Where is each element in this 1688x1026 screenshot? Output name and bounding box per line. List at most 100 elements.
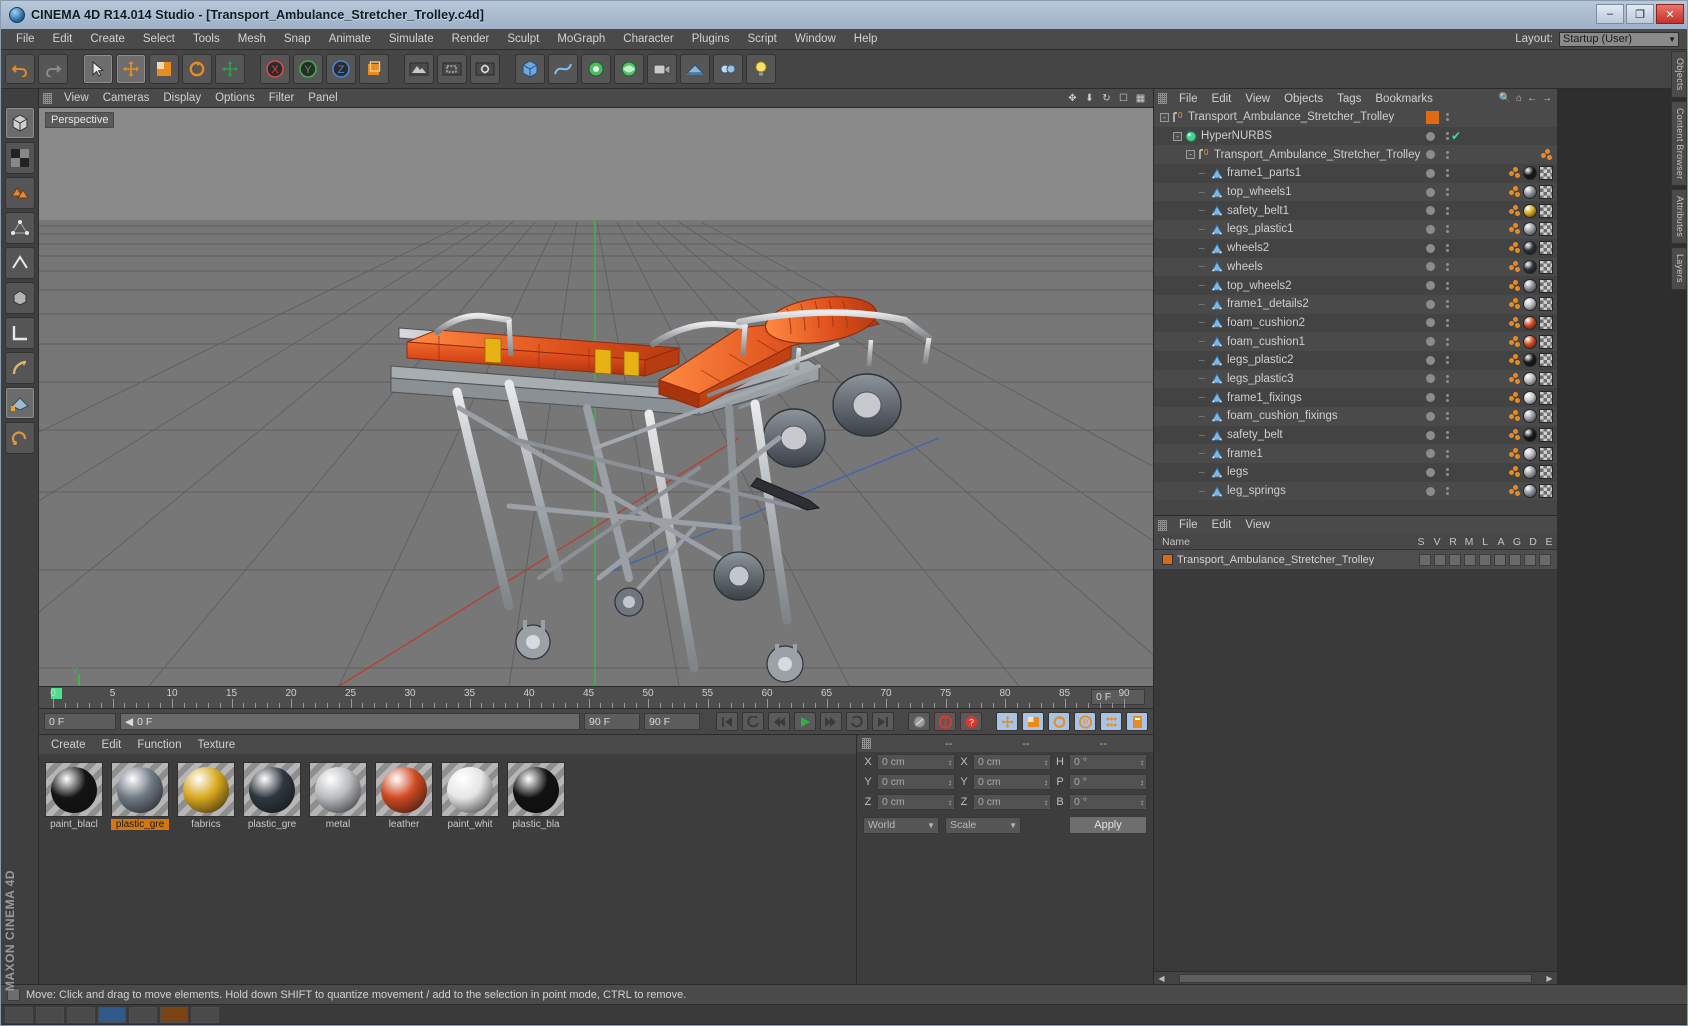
layer-toggle-s[interactable] bbox=[1419, 553, 1431, 566]
menu-render[interactable]: Render bbox=[443, 31, 499, 47]
rotation-b-input[interactable]: 0 ° ↕ bbox=[1069, 794, 1147, 810]
visibility-dot-icon[interactable] bbox=[1426, 131, 1435, 141]
object-row[interactable]: – safety_belt1 bbox=[1154, 201, 1557, 221]
perspective-viewport[interactable]: Perspective Y bbox=[39, 108, 1153, 686]
coordinate-mode-dropdown[interactable]: Scale ▼ bbox=[945, 816, 1021, 834]
minimize-button[interactable]: – bbox=[1596, 4, 1624, 24]
collapse-icon[interactable]: ← bbox=[1527, 93, 1537, 104]
layer-menu-file[interactable]: File bbox=[1172, 518, 1205, 532]
viewport-menu-filter[interactable]: Filter bbox=[262, 91, 302, 105]
menu-simulate[interactable]: Simulate bbox=[380, 31, 443, 47]
pla-key-button[interactable] bbox=[1100, 712, 1122, 731]
material-tag-icon[interactable] bbox=[1523, 185, 1537, 200]
material-menu-edit[interactable]: Edit bbox=[94, 738, 130, 752]
object-menu-tags[interactable]: Tags bbox=[1330, 92, 1368, 106]
texture-tag-icon[interactable] bbox=[1539, 166, 1553, 181]
object-row[interactable]: – wheels bbox=[1154, 257, 1557, 277]
visibility-toggle-dots[interactable] bbox=[1446, 169, 1449, 178]
visibility-toggle-dots[interactable] bbox=[1446, 244, 1449, 253]
taskbar-item[interactable] bbox=[191, 1006, 219, 1023]
material-item[interactable]: plastic_gre bbox=[243, 762, 301, 830]
material-preview-sphere[interactable] bbox=[441, 762, 499, 817]
undo-button[interactable] bbox=[5, 54, 35, 84]
texture-tag-icon[interactable] bbox=[1539, 390, 1553, 405]
object-row[interactable]: – frame1_parts1 bbox=[1154, 164, 1557, 183]
visibility-toggle-dots[interactable] bbox=[1446, 262, 1449, 271]
phong-tag-icon[interactable] bbox=[1509, 185, 1521, 199]
position-key-button[interactable] bbox=[996, 712, 1018, 731]
close-button[interactable]: ✕ bbox=[1656, 4, 1684, 24]
apply-button[interactable]: Apply bbox=[1069, 816, 1147, 834]
panel-grip-icon[interactable] bbox=[1158, 93, 1167, 104]
material-tag-icon[interactable] bbox=[1523, 371, 1537, 386]
spinner-icon[interactable]: ↕ bbox=[948, 758, 952, 767]
spinner-icon[interactable]: ↕ bbox=[1140, 758, 1144, 767]
move-tool-button[interactable] bbox=[116, 54, 146, 84]
phong-tag-icon[interactable] bbox=[1509, 447, 1521, 461]
spinner-icon[interactable]: ↕ bbox=[1044, 778, 1048, 787]
material-menu-function[interactable]: Function bbox=[129, 738, 189, 752]
phong-tag-icon[interactable] bbox=[1509, 465, 1521, 479]
phong-tag-icon[interactable] bbox=[1509, 484, 1521, 498]
object-row[interactable]: – top_wheels1 bbox=[1154, 182, 1557, 202]
go-to-start-button[interactable] bbox=[716, 712, 738, 731]
edges-mode-button[interactable] bbox=[4, 247, 35, 279]
layout-views-icon[interactable]: ▦ bbox=[1134, 92, 1147, 105]
texture-tag-icon[interactable] bbox=[1539, 203, 1553, 218]
object-row[interactable]: – frame1 bbox=[1154, 444, 1557, 464]
material-preview-sphere[interactable] bbox=[177, 762, 235, 817]
next-frame-button[interactable] bbox=[820, 712, 842, 731]
texture-tag-icon[interactable] bbox=[1539, 315, 1553, 330]
object-row[interactable]: -0 Transport_Ambulance_Stretcher_Trolley bbox=[1154, 108, 1557, 127]
viewport-menu-options[interactable]: Options bbox=[208, 91, 262, 105]
phong-tag-icon[interactable] bbox=[1509, 316, 1521, 330]
texture-tag-icon[interactable] bbox=[1539, 371, 1553, 386]
visibility-toggle-dots[interactable] bbox=[1446, 113, 1449, 122]
phong-tag-icon[interactable] bbox=[1509, 391, 1521, 405]
phong-tag-icon[interactable] bbox=[1509, 166, 1521, 180]
timeline-scrubber[interactable]: ◀ 0 F bbox=[120, 713, 580, 730]
timeline-ruler[interactable]: 0 F 0 5 10 15 20 25 30 35 40 45 50 55 60 65 70 75 80 85 90 bbox=[39, 686, 1153, 708]
layer-menu-view[interactable]: View bbox=[1238, 518, 1277, 532]
add-camera-button[interactable] bbox=[647, 54, 677, 84]
object-row[interactable]: – foam_cushion1 bbox=[1154, 332, 1557, 351]
layer-toggle-e[interactable] bbox=[1539, 553, 1551, 566]
visibility-toggle-dots[interactable] bbox=[1446, 132, 1449, 141]
rotation-key-button[interactable] bbox=[1048, 712, 1070, 731]
menu-create[interactable]: Create bbox=[81, 31, 134, 47]
object-menu-bookmarks[interactable]: Bookmarks bbox=[1368, 92, 1440, 106]
material-tag-icon[interactable] bbox=[1523, 166, 1537, 181]
layer-color-swatch[interactable] bbox=[1162, 554, 1173, 565]
visibility-toggle-dots[interactable] bbox=[1446, 281, 1449, 290]
material-tag-icon[interactable] bbox=[1523, 259, 1537, 274]
render-settings-button[interactable] bbox=[470, 54, 500, 84]
add-floor-button[interactable] bbox=[680, 54, 710, 84]
polygon-mode-button[interactable] bbox=[4, 177, 35, 209]
taskbar-item[interactable] bbox=[98, 1006, 126, 1023]
menu-window[interactable]: Window bbox=[786, 31, 845, 47]
world-object-coordinates-button[interactable] bbox=[359, 54, 389, 84]
visibility-toggle-dots[interactable] bbox=[1446, 356, 1449, 365]
visibility-toggle-dots[interactable] bbox=[1446, 393, 1449, 402]
render-view-button[interactable] bbox=[404, 54, 434, 84]
object-manager-tree[interactable]: -0 Transport_Ambulance_Stretcher_Trolley -… bbox=[1154, 108, 1557, 515]
material-tag-icon[interactable] bbox=[1523, 465, 1537, 480]
preview-end-input[interactable]: 90 F bbox=[584, 713, 640, 730]
visibility-dot-icon[interactable] bbox=[1426, 449, 1435, 459]
visibility-dot-icon[interactable] bbox=[1426, 281, 1435, 291]
model-mode-button[interactable] bbox=[4, 107, 35, 139]
material-tag-icon[interactable] bbox=[1523, 278, 1537, 293]
maximize-view-icon[interactable]: ☐ bbox=[1117, 92, 1130, 105]
visibility-dot-icon[interactable] bbox=[1426, 374, 1435, 384]
spinner-icon[interactable]: ↕ bbox=[1140, 778, 1144, 787]
viewport-menu-view[interactable]: View bbox=[57, 91, 96, 105]
lock-x-axis-button[interactable]: X bbox=[260, 54, 290, 84]
position-x-input[interactable]: 0 cm ↕ bbox=[877, 754, 955, 770]
tab-layers[interactable]: Layers bbox=[1671, 247, 1687, 291]
material-item[interactable]: fabrics bbox=[177, 762, 235, 830]
material-item[interactable]: leather bbox=[375, 762, 433, 830]
position-z-input[interactable]: 0 cm ↕ bbox=[877, 794, 955, 810]
home-icon[interactable]: ⌂ bbox=[1516, 93, 1522, 104]
texture-tag-icon[interactable] bbox=[1539, 222, 1553, 237]
phong-tag-icon[interactable] bbox=[1541, 148, 1553, 162]
